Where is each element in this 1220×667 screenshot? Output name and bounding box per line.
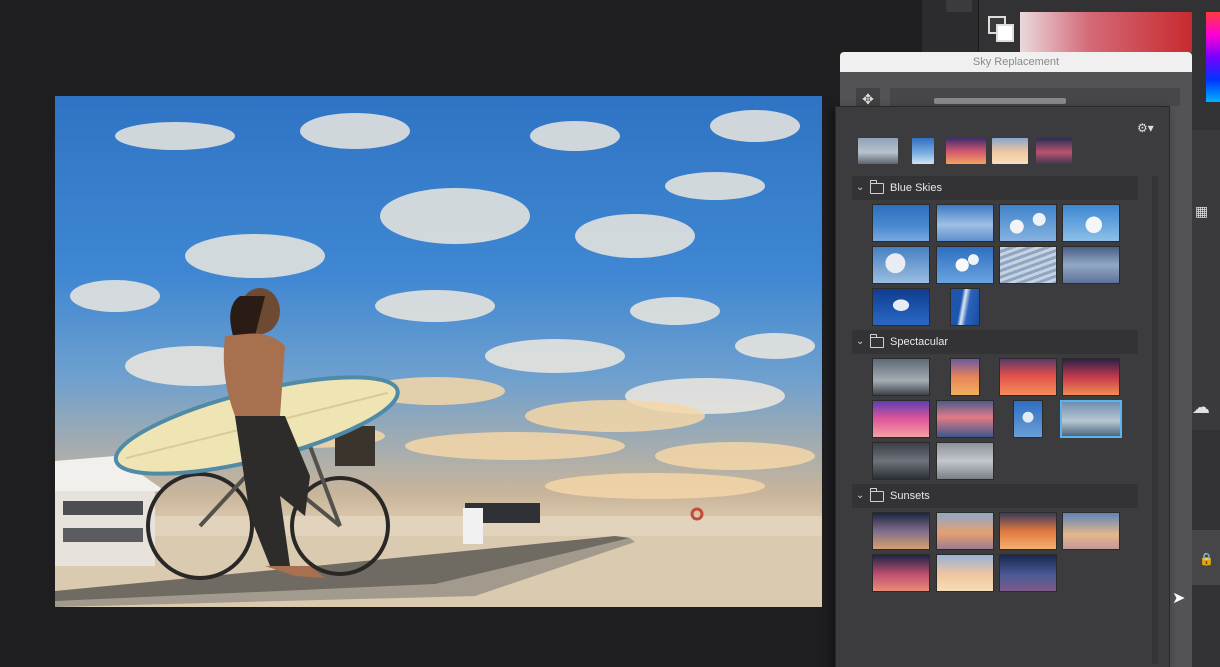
group-header-spectacular[interactable]: ⌄ Spectacular xyxy=(852,330,1138,354)
sky-spectacular-orange-streak[interactable] xyxy=(950,358,980,396)
sky-preview-bar[interactable] xyxy=(934,98,1066,104)
sky-sunset-orange[interactable] xyxy=(999,512,1057,550)
sky-blue-scattered[interactable] xyxy=(999,204,1057,242)
gear-icon[interactable]: ⚙▾ xyxy=(1137,121,1154,135)
surfer-photo-illustration xyxy=(55,110,822,607)
lock-icon[interactable]: 🔒 xyxy=(1199,552,1214,566)
background-color-swatch[interactable] xyxy=(996,24,1014,42)
chevron-down-icon[interactable]: ⌄ xyxy=(856,330,864,354)
sky-blue-deep[interactable] xyxy=(872,288,930,326)
sky-blue-wispy[interactable] xyxy=(936,204,994,242)
sky-sunset-soft[interactable] xyxy=(936,554,994,592)
recent-sky-4[interactable] xyxy=(992,138,1028,164)
canvas-photo[interactable] xyxy=(55,96,822,607)
color-picker-field[interactable] xyxy=(1020,12,1192,52)
dialog-title[interactable]: Sky Replacement xyxy=(840,52,1192,72)
chevron-down-icon[interactable]: ⌄ xyxy=(856,176,864,200)
grid-view-icon[interactable]: ▦ xyxy=(1195,203,1208,220)
sky-blue-streak[interactable] xyxy=(950,288,980,326)
photoshop-workspace: ▦ ☁ 🔒 Sky Replacement ✥ ⚙▾ ⌄ Blue Skies … xyxy=(0,0,1220,667)
cloud-icon[interactable]: ☁ xyxy=(1192,397,1210,418)
sky-spectacular-storm[interactable] xyxy=(872,442,930,480)
presets-scrollbar[interactable] xyxy=(1152,176,1158,664)
sky-spectacular-violet[interactable] xyxy=(872,400,930,438)
sky-blue-clear[interactable] xyxy=(872,204,930,242)
recent-sky-1[interactable] xyxy=(858,138,898,164)
hue-slider[interactable] xyxy=(1206,12,1220,102)
sky-sunset-night[interactable] xyxy=(999,554,1057,592)
sky-blue-hazy[interactable] xyxy=(1062,246,1120,284)
sky-spectacular-pink-bands[interactable] xyxy=(936,400,994,438)
sky-sunset-pastel[interactable] xyxy=(1062,512,1120,550)
group-header-blue-skies[interactable]: ⌄ Blue Skies xyxy=(852,176,1138,200)
sky-spectacular-red-dusk[interactable] xyxy=(999,358,1057,396)
sky-blue-mackerel[interactable] xyxy=(999,246,1057,284)
folder-icon xyxy=(870,180,884,194)
recent-sky-2[interactable] xyxy=(912,138,934,164)
folder-icon xyxy=(870,334,884,348)
sky-spectacular-calm-sea[interactable] xyxy=(1060,400,1122,438)
sky-spectacular-overcast[interactable] xyxy=(936,442,994,480)
group-label: Sunsets xyxy=(890,490,930,502)
sky-spectacular-fire[interactable] xyxy=(1062,358,1120,396)
tool-button[interactable] xyxy=(946,0,972,12)
sky-spectacular-rainbow[interactable] xyxy=(872,358,930,396)
recent-sky-5[interactable] xyxy=(1036,138,1072,164)
sky-sunset-dusk[interactable] xyxy=(872,512,930,550)
group-label: Blue Skies xyxy=(890,182,942,194)
sky-sunset-crimson[interactable] xyxy=(872,554,930,592)
sky-spectacular-blue-puffs[interactable] xyxy=(1013,400,1043,438)
group-header-sunsets[interactable]: ⌄ Sunsets xyxy=(852,484,1138,508)
recent-sky-3[interactable] xyxy=(946,138,986,164)
mouse-cursor-icon: ➤ xyxy=(1172,590,1186,607)
sky-blue-puffy[interactable] xyxy=(1062,204,1120,242)
chevron-down-icon[interactable]: ⌄ xyxy=(856,484,864,508)
sky-sunset-golden[interactable] xyxy=(936,512,994,550)
sky-blue-cumulus[interactable] xyxy=(872,246,930,284)
sky-blue-cotton[interactable] xyxy=(936,246,994,284)
group-label: Spectacular xyxy=(890,336,949,348)
folder-icon xyxy=(870,488,884,502)
